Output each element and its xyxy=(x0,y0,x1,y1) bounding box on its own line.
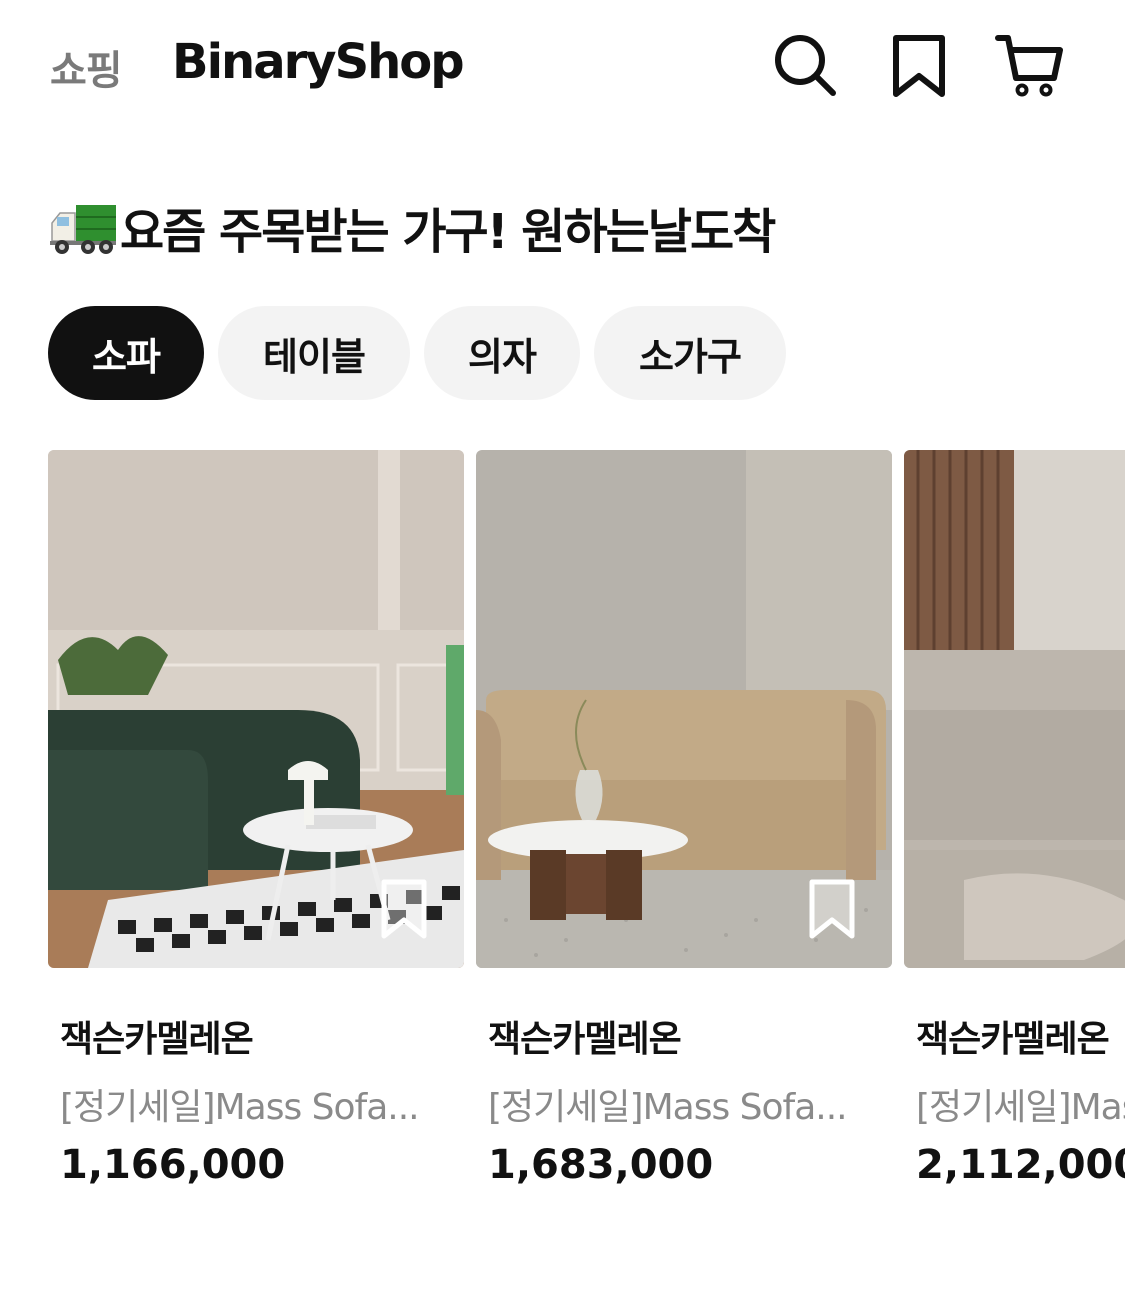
shopping-page: 쇼핑 BinaryShop 요즘 주목받는 가구! 원하는날도착 소파 테이블 xyxy=(0,0,1125,1314)
chip-chair[interactable]: 의자 xyxy=(424,306,580,400)
chip-small-furniture[interactable]: 소가구 xyxy=(594,306,786,400)
product-name: [정기세일]Mass Sofa... xyxy=(60,1087,420,1128)
product-card[interactable]: 잭슨카멜레온 [정기세일]Mass Sofa... 1,683,000 xyxy=(476,450,892,1188)
product-price: 1,166,000 xyxy=(60,1142,286,1188)
shopping-tab[interactable]: 쇼핑 xyxy=(50,38,123,96)
section-title: 요즘 주목받는 가구! 원하는날도착 xyxy=(48,192,776,262)
product-image[interactable] xyxy=(48,450,464,968)
bookmark-icon[interactable] xyxy=(806,878,858,940)
product-price: 2,112,000 xyxy=(916,1142,1125,1188)
product-card[interactable]: 잭슨카멜레온 [정기세일]Mass Sofa... 1,166,000 xyxy=(48,450,464,1188)
product-brand: 잭슨카멜레온 xyxy=(916,1019,1110,1060)
top-bar: 쇼핑 BinaryShop xyxy=(0,0,1125,130)
brand-logo[interactable]: BinaryShop xyxy=(172,34,465,90)
product-card[interactable]: 잭슨카멜레온 [정기세일]Mass Sofa... 2,112,000 xyxy=(904,450,1125,1188)
chip-sofa[interactable]: 소파 xyxy=(48,306,204,400)
section-title-text: 요즘 주목받는 가구! 원하는날도착 xyxy=(120,204,776,260)
search-icon[interactable] xyxy=(770,30,840,100)
chip-table[interactable]: 테이블 xyxy=(218,306,410,400)
product-price: 1,683,000 xyxy=(488,1142,714,1188)
bookmark-icon[interactable] xyxy=(884,30,954,100)
bookmark-icon[interactable] xyxy=(378,878,430,940)
category-chips: 소파 테이블 의자 소가구 xyxy=(48,306,786,400)
product-image[interactable] xyxy=(904,450,1125,968)
product-brand: 잭슨카멜레온 xyxy=(60,1019,254,1060)
product-brand: 잭슨카멜레온 xyxy=(488,1019,682,1060)
product-name: [정기세일]Mass Sofa... xyxy=(916,1087,1125,1128)
delivery-truck-icon xyxy=(50,205,116,254)
grey-sofa-photo xyxy=(904,450,1125,968)
product-image[interactable] xyxy=(476,450,892,968)
product-name: [정기세일]Mass Sofa... xyxy=(488,1087,848,1128)
cart-icon[interactable] xyxy=(994,30,1064,100)
